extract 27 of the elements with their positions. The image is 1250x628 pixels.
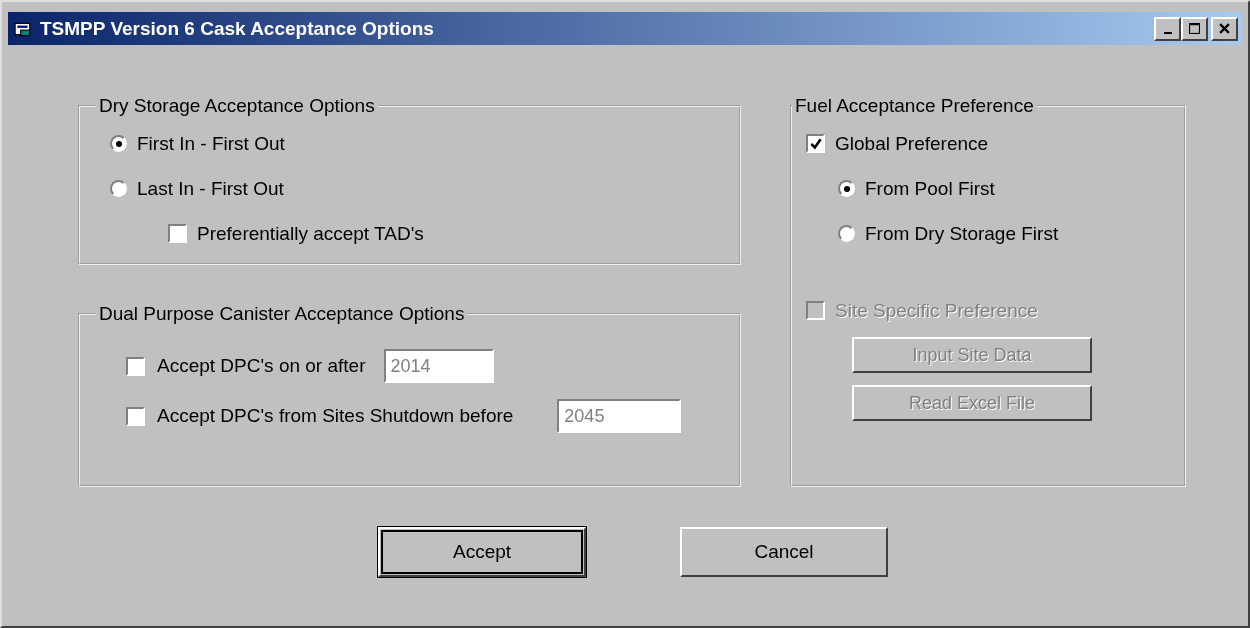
checkbox[interactable]	[806, 134, 825, 153]
dialog-button[interactable]: Cancel	[680, 527, 888, 577]
group-title: Dual Purpose Canister Acceptance Options	[98, 303, 466, 325]
group-title: Fuel Acceptance Preference	[794, 95, 1035, 117]
dialog-button[interactable]: Accept	[378, 527, 586, 577]
checkbox-label: Preferentially accept TAD's	[197, 222, 424, 245]
radio-button[interactable]	[110, 180, 127, 197]
maximize-icon	[1189, 23, 1200, 34]
close-icon	[1219, 23, 1230, 34]
minimize-icon	[1163, 31, 1172, 34]
checkbox-label: Accept DPC's from Sites Shutdown before	[157, 405, 514, 427]
radio-label: From Dry Storage First	[865, 222, 1059, 245]
radio-button[interactable]	[838, 180, 855, 197]
maximize-button[interactable]	[1181, 16, 1208, 41]
checkbox-label: Accept DPC's on or after	[157, 355, 366, 377]
checkbox-label: Global Preference	[835, 132, 989, 155]
checkbox[interactable]	[168, 224, 187, 243]
window-title: TSMPP Version 6 Cask Acceptance Options	[40, 17, 435, 40]
radio-button[interactable]	[110, 135, 127, 152]
radio-label: Last In - First Out	[137, 177, 284, 200]
close-button[interactable]	[1211, 16, 1238, 41]
radio-button[interactable]	[838, 225, 855, 242]
checkbox-label: Site Specific Preference	[835, 299, 1038, 322]
minimize-button[interactable]	[1154, 16, 1181, 41]
radio-label: From Pool First	[865, 177, 995, 200]
group-title: Dry Storage Acceptance Options	[98, 95, 376, 117]
radio-label: First In - First Out	[137, 132, 285, 155]
